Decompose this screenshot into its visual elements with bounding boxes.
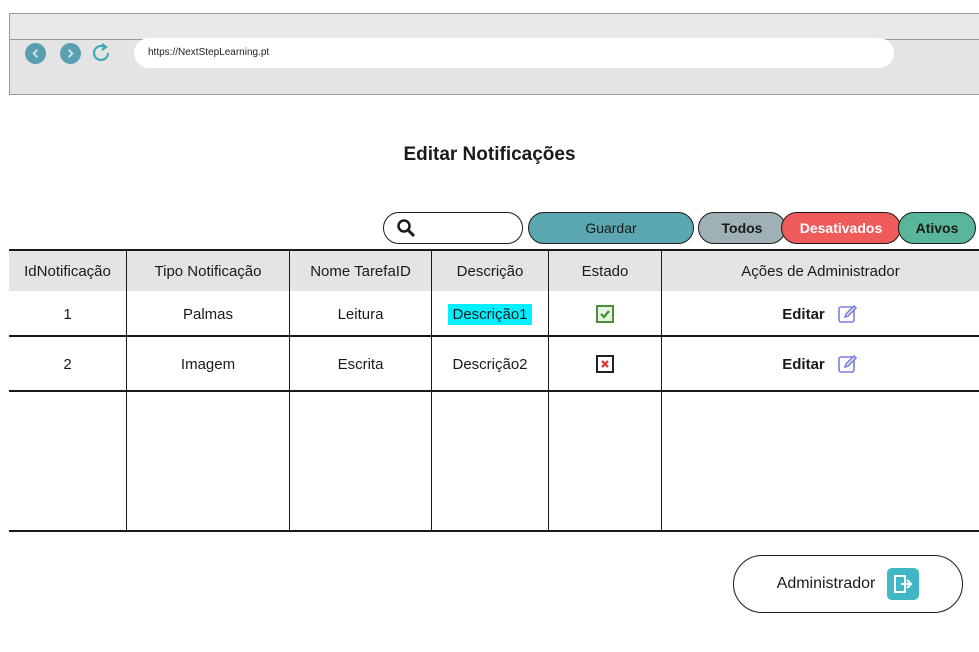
column-header: Descrição (432, 251, 549, 291)
url-bar[interactable]: https://NextStepLearning.pt (134, 38, 894, 68)
cross-icon (601, 360, 609, 368)
cell-tipo: Imagem (127, 337, 290, 391)
column-header: IdNotificação (9, 251, 127, 291)
checkmark-icon (600, 310, 610, 319)
cell-descricao: Descrição1 (432, 291, 549, 337)
cell-acoes: Editar (662, 337, 979, 391)
reload-icon[interactable] (89, 41, 113, 65)
page-title: Editar Notificações (403, 144, 576, 165)
back-arrow-icon (32, 49, 38, 58)
empty-cell (127, 391, 290, 531)
search-input[interactable] (383, 212, 523, 244)
table-header-row: IdNotificação Tipo Notificação Nome Tare… (9, 251, 979, 291)
cell-descricao: Descrição2 (432, 337, 549, 391)
column-header: Estado (549, 251, 662, 291)
column-header: Tipo Notificação (127, 251, 290, 291)
administrador-button[interactable]: Administrador (733, 555, 963, 613)
guardar-button[interactable]: Guardar (528, 212, 694, 244)
magnifier-icon (397, 219, 416, 238)
empty-cell (432, 391, 549, 531)
cell-estado (549, 337, 662, 391)
filter-ativos-button[interactable]: Ativos (898, 212, 976, 244)
browser-title-bar (10, 14, 979, 40)
descricao-highlighted[interactable]: Descrição1 (448, 303, 532, 325)
forward-button[interactable] (60, 43, 81, 64)
estado-checkbox-inactive[interactable] (596, 355, 614, 373)
table-row: 2 Imagem Escrita Descrição2 Editar (9, 337, 979, 391)
edit-button[interactable]: Editar (782, 306, 825, 323)
pencil-edit-icon[interactable] (837, 353, 859, 375)
exit-door-icon (887, 568, 920, 600)
filter-desativados-button[interactable]: Desativados (781, 212, 901, 244)
table-row: 1 Palmas Leitura Descrição1 Editar (9, 291, 979, 337)
cell-id: 2 (9, 337, 127, 391)
estado-checkbox-active[interactable] (596, 305, 614, 323)
edit-button[interactable]: Editar (782, 356, 825, 373)
cell-tipo: Palmas (127, 291, 290, 337)
empty-cell (549, 391, 662, 531)
cell-nome: Leitura (290, 291, 432, 337)
administrador-label: Administrador (776, 575, 876, 592)
cell-acoes: Editar (662, 291, 979, 337)
column-header: Nome TarefaID (290, 251, 432, 291)
empty-cell (662, 391, 979, 531)
back-button[interactable] (25, 43, 46, 64)
cell-nome: Escrita (290, 337, 432, 391)
empty-cell (290, 391, 432, 531)
pencil-edit-icon[interactable] (837, 303, 859, 325)
empty-cell (9, 391, 127, 531)
table-row-empty (9, 391, 979, 531)
cell-id: 1 (9, 291, 127, 337)
forward-arrow-icon (68, 49, 74, 58)
column-header: Ações de Administrador (662, 251, 979, 291)
cell-estado (549, 291, 662, 337)
filter-todos-button[interactable]: Todos (698, 212, 786, 244)
